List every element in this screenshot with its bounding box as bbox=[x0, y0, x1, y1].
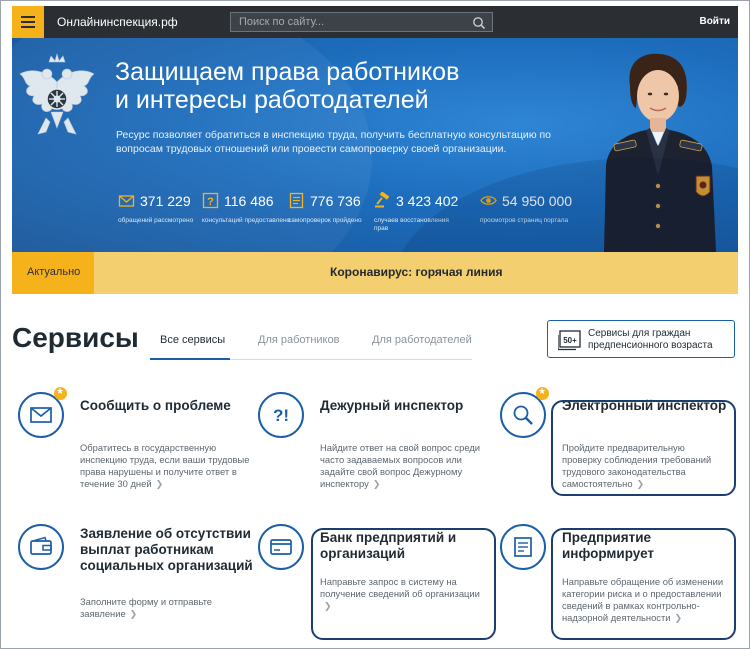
highlight-frame bbox=[551, 528, 736, 640]
document-icon bbox=[514, 537, 532, 557]
question-icon: ? bbox=[202, 192, 219, 209]
service-icon-circle: ?! bbox=[258, 392, 304, 438]
stat-caption: самопроверок пройдено bbox=[288, 217, 362, 224]
chevron-right-icon[interactable]: ❯ bbox=[156, 478, 164, 490]
service-description: Найдите ответ на свой вопрос среди часто… bbox=[320, 442, 498, 490]
banner-link[interactable]: Коронавирус: горячая линия bbox=[330, 265, 503, 279]
service-icon-circle bbox=[258, 524, 304, 570]
stat-caption: консультаций предоставлено bbox=[202, 217, 291, 224]
stat-value: 371 229 bbox=[140, 193, 191, 209]
seniors-badge-text: 50+ bbox=[563, 336, 577, 345]
statistics-row: 371 229 обращений рассмотрено ? 116 486 … bbox=[118, 188, 598, 248]
bank-card-icon bbox=[270, 539, 292, 555]
service-icon-circle bbox=[500, 524, 546, 570]
service-title[interactable]: Сообщить о проблеме bbox=[80, 398, 250, 414]
service-card-report-problem[interactable]: Сообщить о проблеме Обратитесь в государ… bbox=[18, 386, 250, 492]
top-navigation-bar: Онлайнинспекция.рф Войти bbox=[12, 6, 738, 38]
pre-retirement-services-label: Сервисы для граждан предпенсионного возр… bbox=[588, 328, 713, 351]
banner-tag-label: Актуально bbox=[27, 266, 81, 278]
service-description-text: Обратитесь в государственную инспекцию т… bbox=[80, 442, 250, 489]
hero-title-line-1: Защищаем права работников bbox=[115, 58, 460, 86]
services-tabs: Все сервисы Для работников Для работодат… bbox=[150, 328, 472, 360]
double-eagle-emblem-icon bbox=[19, 52, 95, 135]
highlight-frame bbox=[551, 400, 736, 496]
banner-tag: Актуально bbox=[12, 252, 94, 294]
search-input[interactable] bbox=[239, 15, 464, 29]
service-description-text: Заполните форму и отправьте заявление bbox=[80, 596, 213, 619]
eye-icon bbox=[480, 196, 497, 205]
active-tab-underline bbox=[150, 358, 230, 360]
star-icon bbox=[54, 386, 67, 400]
stat-value: 54 950 000 bbox=[502, 193, 573, 209]
hero-description: Ресурс позволяет обратиться в инспекцию … bbox=[116, 129, 552, 155]
stat-value: 3 423 402 bbox=[396, 193, 459, 209]
service-title[interactable]: Дежурный инспектор bbox=[320, 398, 490, 414]
tab-for-employers[interactable]: Для работодателей bbox=[372, 334, 472, 346]
service-icon-circle bbox=[18, 524, 64, 570]
pre-retirement-services-button[interactable]: 50+ Сервисы для граждан предпенсионного … bbox=[547, 320, 735, 358]
question-exclamation-icon: ?! bbox=[273, 406, 289, 425]
stat-caption: случаев восстановления прав bbox=[374, 217, 449, 232]
hero-title: Защищаем права работников и интересы раб… bbox=[115, 58, 585, 114]
badge-50-plus-icon: 50+ bbox=[558, 330, 581, 351]
service-title[interactable]: Заявление об отсутствии выплат работника… bbox=[80, 526, 256, 574]
service-description: Обратитесь в государственную инспекцию т… bbox=[80, 442, 258, 490]
magnifier-icon bbox=[513, 405, 533, 425]
site-name[interactable]: Онлайнинспекция.рф bbox=[57, 15, 178, 29]
stat-caption: просмотров страниц портала bbox=[480, 217, 569, 224]
stat-value: 776 736 bbox=[310, 193, 361, 209]
checklist-icon bbox=[289, 192, 304, 209]
tab-for-employees[interactable]: Для работников bbox=[258, 334, 339, 346]
svg-text:?: ? bbox=[207, 196, 214, 208]
service-card-duty-inspector[interactable]: ?! Дежурный инспектор Найдите ответ на с… bbox=[258, 392, 498, 492]
search-icon[interactable] bbox=[472, 16, 486, 30]
stat-value: 116 486 bbox=[224, 193, 274, 209]
menu-button[interactable] bbox=[12, 6, 44, 38]
tab-all-services[interactable]: Все сервисы bbox=[160, 334, 225, 346]
chevron-right-icon[interactable]: ❯ bbox=[130, 608, 138, 620]
gavel-icon bbox=[375, 192, 390, 208]
search-box[interactable] bbox=[230, 12, 493, 32]
highlight-frame bbox=[311, 528, 496, 640]
services-title: Сервисы bbox=[12, 322, 139, 353]
service-description-text: Найдите ответ на свой вопрос среди часто… bbox=[320, 442, 481, 489]
login-link[interactable]: Войти bbox=[699, 16, 730, 27]
hero-section: Защищаем права работников и интересы раб… bbox=[12, 38, 738, 252]
stat-caption: обращений рассмотрено bbox=[118, 217, 194, 224]
svg-text:?!: ?! bbox=[273, 406, 289, 425]
news-banner[interactable]: Актуально Коронавирус: горячая линия bbox=[12, 252, 738, 294]
envelope-icon bbox=[118, 195, 135, 207]
envelope-icon bbox=[30, 407, 52, 423]
star-icon bbox=[536, 386, 549, 400]
hero-title-line-2: и интересы работодателей bbox=[115, 86, 429, 114]
labor-inspector-photo bbox=[604, 53, 716, 252]
service-description: Заполните форму и отправьте заявление ❯ bbox=[80, 596, 240, 620]
service-card-no-payments-statement[interactable]: Заявление об отсутствии выплат работника… bbox=[18, 524, 254, 624]
chevron-right-icon[interactable]: ❯ bbox=[373, 478, 381, 490]
wallet-icon bbox=[30, 536, 52, 555]
